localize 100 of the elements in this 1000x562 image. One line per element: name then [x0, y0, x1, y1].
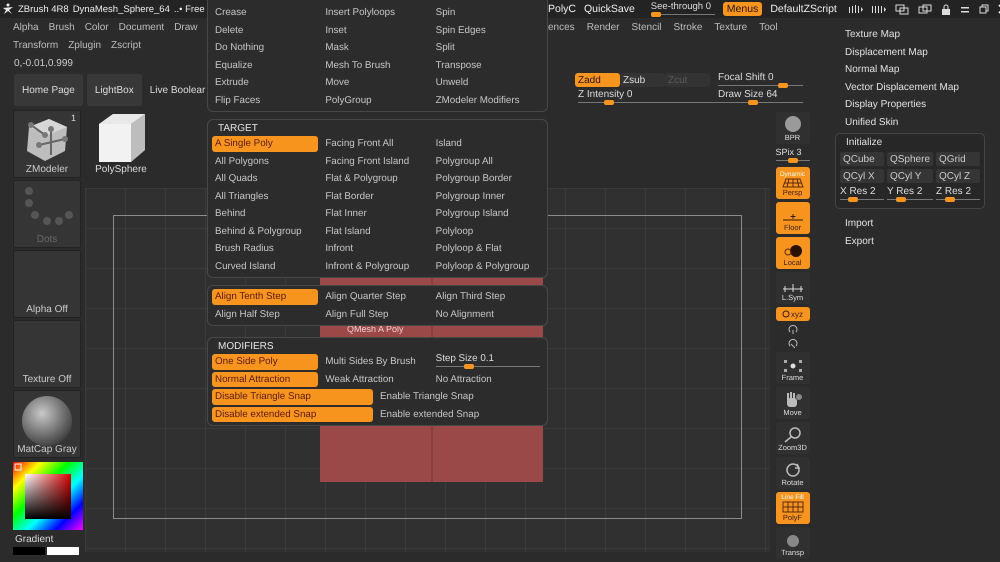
- menu-option[interactable]: Polygroup Island: [432, 205, 543, 222]
- palette-tile[interactable]: Alpha Off: [13, 250, 81, 318]
- slider-thumb[interactable]: [650, 12, 661, 16]
- restore-icon[interactable]: [978, 4, 989, 14]
- tool-menu-item[interactable]: Unified Skin: [845, 114, 1000, 131]
- lock-icon[interactable]: [940, 4, 951, 14]
- slider-thumb[interactable]: [604, 100, 614, 104]
- slider[interactable]: Y Res 2: [886, 186, 934, 203]
- menu-option[interactable]: Flat Inner: [322, 205, 433, 222]
- menus-button[interactable]: Menus: [722, 2, 762, 16]
- slider[interactable]: Draw Size 64: [718, 88, 803, 106]
- color-swatch[interactable]: [13, 547, 45, 555]
- menu-option[interactable]: Crease: [212, 4, 322, 22]
- menu-option[interactable]: Mesh To Brush: [322, 56, 433, 74]
- color-picker[interactable]: [13, 462, 83, 530]
- slider-thumb[interactable]: [778, 82, 788, 88]
- mode-button[interactable]: Zsub: [620, 73, 665, 87]
- windows-icon[interactable]: [894, 4, 909, 14]
- slider-thumb[interactable]: [944, 197, 954, 202]
- tool-menu-item[interactable]: Import: [845, 215, 1000, 232]
- menu-option[interactable]: Polyloop & Flat: [432, 240, 543, 258]
- primitive-button[interactable]: QCube: [840, 152, 884, 166]
- primitive-button[interactable]: QCyl X: [840, 169, 884, 183]
- menu-option[interactable]: A Single Poly: [212, 136, 318, 152]
- slider-thumb[interactable]: [896, 197, 906, 202]
- menu-item[interactable]: Color: [84, 22, 109, 32]
- slider[interactable]: Z Intensity 0: [548, 88, 718, 106]
- mode-button[interactable]: Zadd: [575, 73, 620, 87]
- menu-item[interactable]: Transform: [13, 40, 58, 50]
- menu-option[interactable]: Transpose: [432, 56, 543, 74]
- menu-option[interactable]: Island: [432, 135, 543, 152]
- menu-item[interactable]: Tool: [759, 22, 778, 32]
- menu-item[interactable]: Stroke: [674, 22, 702, 32]
- menu-option[interactable]: PolyGroup: [322, 92, 433, 109]
- menu-option[interactable]: Do Nothing: [212, 39, 322, 56]
- menu-option[interactable]: Insert Polyloops: [322, 4, 433, 22]
- bars-icon[interactable]: [872, 4, 886, 14]
- menu-option[interactable]: No Attraction: [432, 370, 543, 388]
- menu-item[interactable]: Stencil: [632, 22, 662, 32]
- menu-option[interactable]: Flat Border: [322, 188, 433, 205]
- tool-menu-item[interactable]: Displacement Map: [845, 44, 1000, 61]
- menu-option[interactable]: Polyloop: [432, 222, 543, 240]
- menu-option[interactable]: Behind & Polygroup: [212, 222, 322, 240]
- primitive-button[interactable]: QCyl Z: [936, 169, 980, 183]
- menu-option[interactable]: Disable extended Snap: [212, 406, 373, 422]
- menu-option[interactable]: No Alignment: [432, 306, 543, 323]
- menu-item[interactable]: Zscript: [111, 40, 142, 50]
- palette-tile[interactable]: Texture Off: [13, 320, 81, 388]
- menu-option[interactable]: Delete: [212, 22, 322, 39]
- primitive-button[interactable]: QCyl Y: [886, 169, 934, 183]
- slider[interactable]: Z Res 2: [936, 186, 980, 203]
- palette-tile[interactable]: 1 ZModeler: [13, 110, 81, 178]
- menu-option[interactable]: Disable Triangle Snap: [212, 389, 373, 404]
- slider-thumb[interactable]: [788, 158, 798, 163]
- menu-option[interactable]: Extrude: [212, 74, 322, 92]
- menu-option[interactable]: Spin Edges: [432, 22, 543, 39]
- menu-item[interactable]: Render: [586, 22, 620, 32]
- tool-menu-item[interactable]: Vector Displacement Map: [845, 78, 1000, 96]
- menu-item[interactable]: Document: [118, 22, 164, 32]
- windows-icon[interactable]: [918, 4, 932, 14]
- menu-option[interactable]: Split: [432, 39, 543, 56]
- tool-menu-item[interactable]: Export: [845, 232, 1000, 250]
- palette-tile[interactable]: MatCap Gray: [13, 390, 81, 458]
- menu-option[interactable]: Weak Attraction: [322, 370, 433, 388]
- shelf-button[interactable]: Live Boolear: [146, 84, 206, 96]
- minimize-icon[interactable]: [960, 4, 970, 14]
- menu-option[interactable]: Facing Front Island: [322, 152, 433, 170]
- menu-option[interactable]: Polygroup Inner: [432, 188, 543, 205]
- menu-option[interactable]: All Polygons: [212, 152, 322, 170]
- slider[interactable]: SPix 3: [776, 147, 810, 164]
- menu-option[interactable]: Infront: [322, 240, 433, 258]
- tool-menu-item[interactable]: Texture Map: [845, 26, 1000, 44]
- menu-option[interactable]: Align Quarter Step: [322, 288, 433, 306]
- menu-option[interactable]: Enable extended Snap: [377, 406, 543, 423]
- primitive-button[interactable]: QGrid: [936, 152, 980, 166]
- menu-item[interactable]: Draw: [174, 22, 198, 32]
- menu-option[interactable]: Align Third Step: [432, 288, 543, 306]
- menu-option[interactable]: Multi Sides By Brush: [322, 353, 433, 370]
- menu-option[interactable]: Inset: [322, 22, 433, 39]
- menu-option[interactable]: All Quads: [212, 170, 322, 188]
- menu-option[interactable]: Spin: [432, 4, 543, 22]
- menu-option[interactable]: Brush Radius: [212, 240, 322, 258]
- script-name[interactable]: DefaultZScript: [770, 3, 837, 15]
- menu-option[interactable]: Unweld: [432, 74, 543, 92]
- menu-option[interactable]: Flat Island: [322, 222, 433, 240]
- menu-option[interactable]: All Triangles: [212, 188, 322, 205]
- menu-option[interactable]: Flat & Polygroup: [322, 170, 433, 188]
- menu-option[interactable]: Align Half Step: [212, 306, 322, 323]
- menu-option[interactable]: Normal Attraction: [212, 372, 318, 387]
- slider[interactable]: Step Size 0.1: [436, 353, 540, 370]
- menu-option[interactable]: Enable Triangle Snap: [377, 388, 543, 406]
- menu-item[interactable]: Brush: [48, 22, 75, 32]
- slider-thumb[interactable]: [464, 364, 474, 369]
- bars-icon[interactable]: [848, 4, 863, 14]
- menu-item[interactable]: Zplugin: [68, 40, 102, 50]
- menu-option[interactable]: Mask: [322, 39, 433, 56]
- menu-item[interactable]: ences: [548, 22, 575, 32]
- menu-option[interactable]: ZModeler Modifiers: [432, 92, 543, 109]
- slider-thumb[interactable]: [848, 197, 858, 202]
- toolbar-button[interactable]: QuickSave: [584, 3, 635, 15]
